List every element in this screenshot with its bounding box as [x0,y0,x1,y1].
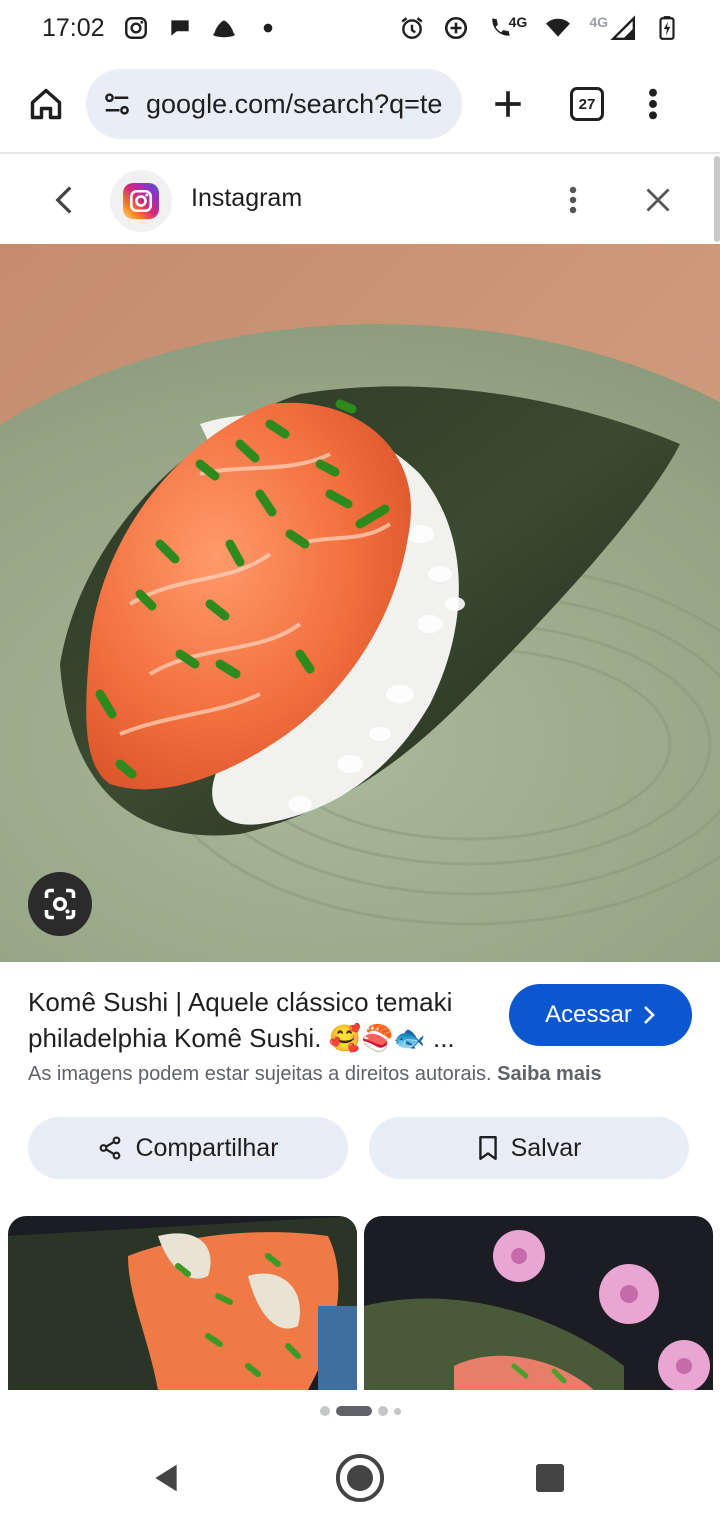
save-button[interactable]: Salvar [369,1117,689,1179]
browser-more-vert-icon[interactable] [638,80,668,128]
url-text[interactable]: google.com/search?q=te [146,89,442,120]
status-left: 17:02 [42,14,281,43]
instagram-icon [123,15,149,41]
related-image-2[interactable] [364,1216,713,1390]
chevron-right-icon [643,1006,655,1024]
save-label: Salvar [510,1133,582,1162]
related-images [8,1216,720,1390]
status-right: 4G 4G [399,14,680,41]
alarm-icon [399,15,425,41]
data-saver-icon [443,15,469,41]
pager-dots [0,1406,720,1416]
network-label-2: 4G [589,14,608,30]
related-image-1[interactable] [8,1216,357,1390]
share-label: Compartilhar [135,1133,279,1162]
wifi-icon [545,15,571,41]
tab-switcher-button[interactable]: 27 [570,87,604,121]
copyright-text: As imagens podem estar sujeitas a direit… [28,1063,492,1085]
pager-dot[interactable] [393,1407,401,1415]
system-nav-bar [0,1430,720,1520]
result-title-line1: Komê Sushi | Aquele clássico temaki [28,987,453,1017]
tab-count: 27 [578,95,596,113]
browser-toolbar: google.com/search?q=te 27 [0,56,720,154]
share-icon [100,1136,121,1160]
instagram-logo-icon [110,170,172,232]
nav-home-icon[interactable] [334,1452,386,1504]
status-time: 17:02 [42,13,105,42]
hat-icon [211,15,237,41]
source-header: Instagram [0,156,720,244]
chat-bubble-icon [167,15,193,41]
access-button[interactable]: Acessar [509,984,692,1046]
tune-icon[interactable] [100,87,134,121]
scrollbar[interactable] [714,156,720,242]
pager-dot-active[interactable] [335,1406,372,1416]
status-bar: 17:02 4G 4G [0,0,720,56]
dot-icon [255,15,281,41]
result-title[interactable]: Komê Sushi | Aquele clássico temaki phil… [28,984,494,1057]
battery-charging-icon [654,15,680,41]
result-title-emojis: 🥰🍣🐟 [328,1024,426,1054]
pager-dot[interactable] [377,1406,388,1416]
back-chevron-icon[interactable] [44,178,84,222]
home-icon[interactable] [22,80,70,128]
share-button[interactable]: Compartilhar [28,1117,348,1179]
result-title-ellipsis: ... [425,1023,455,1053]
copyright-notice: As imagens podem estar sujeitas a direit… [28,1063,602,1086]
close-icon[interactable] [636,178,680,222]
result-title-line2: philadelphia Komê Sushi. [28,1023,329,1053]
google-lens-icon[interactable] [28,872,92,936]
new-tab-plus-icon[interactable] [484,80,532,128]
source-name[interactable]: Instagram [191,184,302,213]
url-bar[interactable]: google.com/search?q=te [86,69,462,139]
main-image[interactable] [0,244,720,962]
source-more-vert-icon[interactable] [558,178,588,222]
nav-recents-icon[interactable] [536,1464,564,1492]
pager-dot[interactable] [319,1406,330,1416]
signal-icon [610,15,636,41]
nav-back-icon[interactable] [150,1462,182,1494]
access-label: Acessar [545,1001,632,1028]
network-label-1: 4G [508,14,528,30]
learn-more-link[interactable]: Saiba mais [497,1063,602,1085]
bookmark-icon [478,1135,497,1161]
